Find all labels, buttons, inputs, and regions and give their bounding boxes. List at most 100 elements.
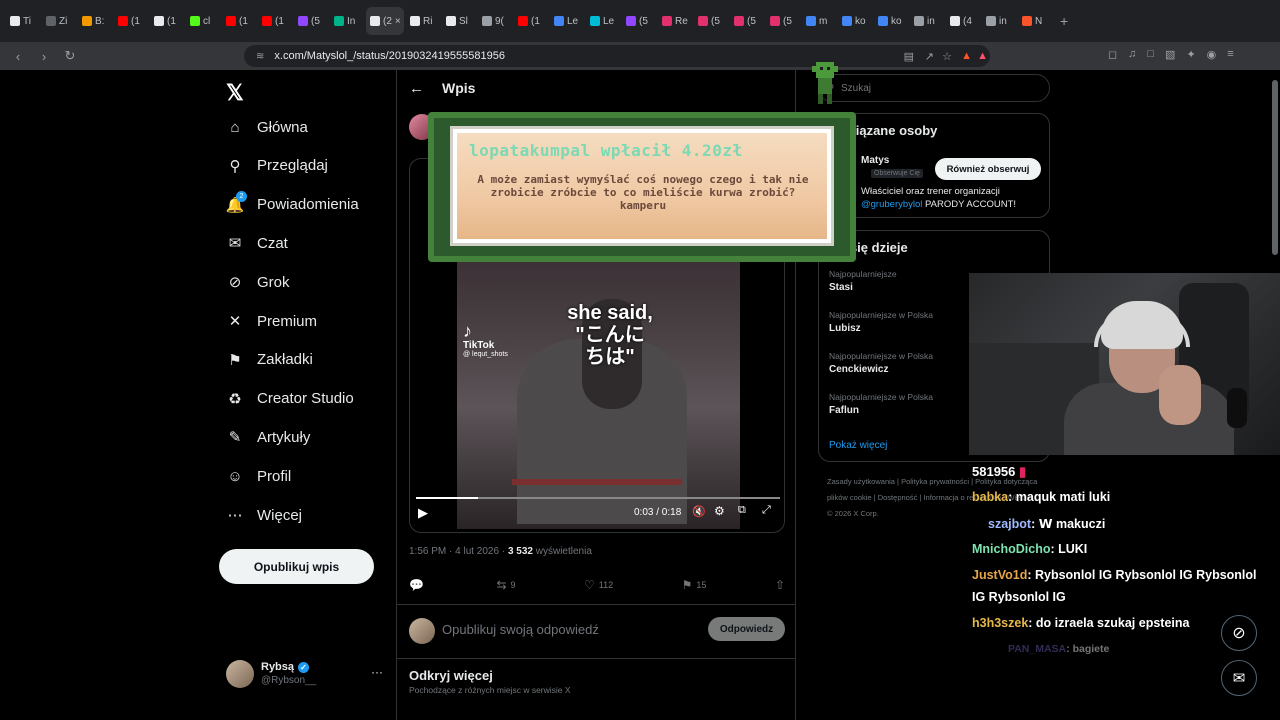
url-text: x.com/Matyslol_/status/20190324195555819… bbox=[274, 50, 505, 62]
reply-button[interactable]: Odpowiedz bbox=[708, 617, 785, 641]
tiktok-label: TikTok bbox=[463, 340, 495, 351]
bookmark-icon: ⚑ bbox=[681, 578, 693, 592]
browser-tab[interactable]: In bbox=[330, 7, 364, 35]
x-logo-icon[interactable]: 𝕏 bbox=[226, 80, 244, 106]
share-action[interactable]: ⇧ bbox=[775, 578, 785, 592]
browser-tab[interactable]: 9( bbox=[478, 7, 512, 35]
browser-tab[interactable]: Re bbox=[658, 7, 692, 35]
browser-tab[interactable]: (1 bbox=[150, 7, 184, 35]
trend-item[interactable]: Najpopularniejsze w Polska Faflun bbox=[829, 392, 933, 416]
browser-tab[interactable]: (1 bbox=[114, 7, 148, 35]
media-icon[interactable]: ♫ bbox=[1128, 48, 1136, 61]
browser-tab[interactable]: Zi bbox=[42, 7, 76, 35]
related-name[interactable]: Matys bbox=[861, 155, 889, 166]
bookmark-star-icon[interactable]: ☆ bbox=[942, 50, 952, 63]
browser-tab[interactable]: (1 bbox=[222, 7, 256, 35]
tab-label: Zi bbox=[59, 15, 68, 27]
sidebar-toggle-icon[interactable]: □ bbox=[1147, 48, 1154, 61]
trend-item[interactable]: Najpopularniejsze w Polska Cenckiewicz bbox=[829, 351, 933, 375]
settings-gear-icon[interactable]: ⚙ bbox=[714, 504, 725, 518]
browser-tab[interactable]: (4 bbox=[946, 7, 980, 35]
bio-link[interactable]: @gruberybylol bbox=[861, 199, 922, 210]
browser-tab[interactable]: (1 bbox=[258, 7, 292, 35]
browser-tab[interactable]: Le bbox=[586, 7, 620, 35]
mute-icon[interactable]: 🔇 bbox=[692, 505, 706, 518]
browser-tab[interactable]: B: bbox=[78, 7, 112, 35]
close-tab-icon[interactable]: × bbox=[395, 16, 401, 27]
reply-icon: 💬 bbox=[409, 578, 424, 592]
account-switcher[interactable]: Rybsą ✓ @Rybson__ ··· bbox=[226, 660, 396, 690]
nav-item-more-circle[interactable]: ⋯ Więcej bbox=[226, 506, 303, 525]
x-premium-icon: ✕ bbox=[228, 313, 242, 330]
grok-float-button[interactable]: ⊘ bbox=[1221, 615, 1257, 651]
fullscreen-icon[interactable]: ⤢ bbox=[762, 504, 771, 517]
search-input[interactable]: ⚲ Szukaj bbox=[818, 74, 1050, 102]
like-action[interactable]: ♡ 112 bbox=[584, 578, 613, 592]
trend-item[interactable]: Najpopularniejsze w Polska Lubisz bbox=[829, 310, 933, 334]
browser-tab[interactable]: (1 bbox=[514, 7, 548, 35]
page-scrollbar[interactable] bbox=[1272, 80, 1278, 255]
publish-post-button[interactable]: Opublikuj wpis bbox=[219, 549, 374, 584]
back-icon[interactable]: ‹ bbox=[10, 48, 26, 64]
reply-action[interactable]: 💬 bbox=[409, 578, 428, 592]
post-timestamp[interactable]: 1:56 PM · 4 lut 2026 · bbox=[409, 546, 508, 557]
nav-item-person[interactable]: ☺ Profil bbox=[226, 467, 291, 485]
chat-message: szajbot: 𝗪 makuczi bbox=[988, 516, 1105, 531]
address-bar[interactable]: ≋ x.com/Matyslol_/status/201903241955558… bbox=[244, 45, 990, 67]
nav-item-mail[interactable]: ✉ Czat bbox=[226, 234, 288, 253]
share-icon[interactable]: ↗ bbox=[925, 50, 934, 63]
browser-tab[interactable]: N bbox=[1018, 7, 1052, 35]
forward-icon[interactable]: › bbox=[36, 48, 52, 64]
browser-tab[interactable]: Le bbox=[550, 7, 584, 35]
alert-message: A może zamiast wymyślać coś nowego czego… bbox=[477, 173, 809, 213]
leo-icon[interactable]: ✦ bbox=[1186, 48, 1195, 61]
browser-tab[interactable]: ko bbox=[874, 7, 908, 35]
browser-tab[interactable]: in bbox=[982, 7, 1016, 35]
browser-tab[interactable]: in bbox=[910, 7, 944, 35]
play-icon[interactable]: ▶ bbox=[418, 505, 428, 521]
more-options-icon[interactable]: ··· bbox=[371, 665, 383, 679]
nav-item-search[interactable]: ⚲ Przeglądaj bbox=[226, 157, 328, 175]
show-more-link[interactable]: Pokaż więcej bbox=[829, 440, 887, 451]
extension-icon[interactable]: ◻ bbox=[1108, 48, 1117, 61]
menu-icon[interactable]: ≡ bbox=[1227, 48, 1233, 61]
nav-item-x-premium[interactable]: ✕ Premium bbox=[226, 312, 317, 331]
brave-shields-icon[interactable]: ▲ bbox=[961, 50, 972, 62]
repost-action[interactable]: ⇆ 9 bbox=[496, 578, 515, 592]
back-arrow-icon[interactable]: ← bbox=[409, 80, 424, 97]
browser-tab[interactable]: Ri bbox=[406, 7, 440, 35]
brave-rewards-icon[interactable]: ▲ bbox=[977, 50, 988, 62]
trend-item[interactable]: Najpopularniejsze Stasi bbox=[829, 269, 897, 293]
browser-tab[interactable]: m bbox=[802, 7, 836, 35]
browser-tab[interactable]: ko bbox=[838, 7, 872, 35]
browser-tab[interactable]: (5 bbox=[694, 7, 728, 35]
browser-tab[interactable]: (2 × bbox=[366, 7, 404, 35]
browser-tab[interactable]: (5 bbox=[622, 7, 656, 35]
browser-tab[interactable]: (5 bbox=[294, 7, 328, 35]
browser-tab[interactable]: (5 bbox=[766, 7, 800, 35]
new-tab-icon[interactable]: + bbox=[1060, 13, 1068, 29]
follow-back-button[interactable]: Również obserwuj bbox=[935, 158, 1041, 180]
wallet-icon[interactable]: ▧ bbox=[1165, 48, 1175, 61]
install-icon[interactable]: ▤ bbox=[904, 50, 914, 63]
webcam-hand bbox=[1159, 365, 1201, 425]
pip-icon[interactable]: ⧉ bbox=[738, 504, 746, 517]
reply-input[interactable]: Opublikuj swoją odpowiedź bbox=[442, 622, 599, 637]
nav-item-home[interactable]: ⌂ Główna bbox=[226, 118, 307, 136]
nav-item-bell[interactable]: 🔔 2 Powiadomienia bbox=[226, 190, 359, 214]
browser-tab[interactable]: Sl bbox=[442, 7, 476, 35]
nav-item-grok[interactable]: ⊘ Grok bbox=[226, 273, 290, 292]
globe-icon bbox=[986, 16, 996, 26]
browser-tab[interactable]: cl bbox=[186, 7, 220, 35]
vpn-icon[interactable]: ◉ bbox=[1207, 48, 1217, 61]
nav-item-articles[interactable]: ✎ Artykuły bbox=[226, 428, 311, 447]
reload-icon[interactable]: ↻ bbox=[62, 48, 78, 64]
bookmark-action[interactable]: ⚑ 15 bbox=[682, 578, 707, 592]
site-info-icon[interactable]: ≋ bbox=[256, 51, 264, 62]
nav-item-bookmark[interactable]: ⚑ Zakładki bbox=[226, 351, 313, 369]
messages-float-button[interactable]: ✉ bbox=[1221, 660, 1257, 696]
video-progress-bar[interactable] bbox=[416, 497, 780, 499]
browser-tab[interactable]: Ti bbox=[6, 7, 40, 35]
browser-tab[interactable]: (5 bbox=[730, 7, 764, 35]
nav-item-creator-studio[interactable]: ♻ Creator Studio bbox=[226, 390, 353, 408]
